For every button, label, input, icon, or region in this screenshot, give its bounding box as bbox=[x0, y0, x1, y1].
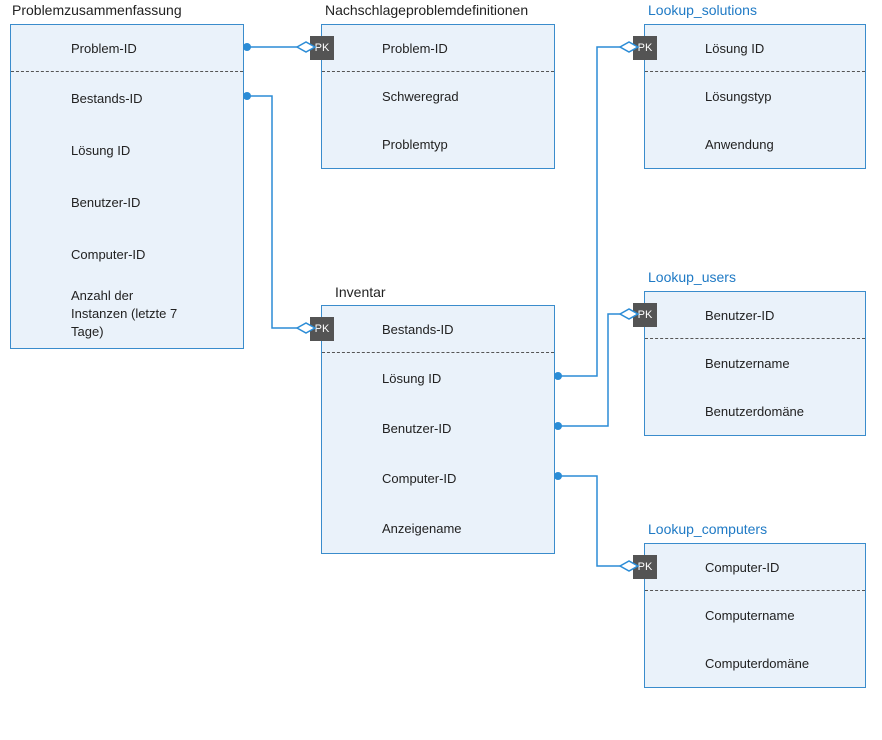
field-row: Bestands-ID bbox=[11, 72, 243, 124]
field-row: PK Bestands-ID bbox=[322, 306, 554, 352]
field-row: PK Lösung ID bbox=[645, 25, 865, 71]
field-row: Benutzer-ID bbox=[322, 403, 554, 453]
field-label: Bestands-ID bbox=[382, 322, 454, 337]
field-label: Computer-ID bbox=[382, 471, 456, 486]
field-label: Problemtyp bbox=[382, 137, 448, 152]
entity-title-lookup-computers[interactable]: Lookup_computers bbox=[648, 521, 767, 537]
field-label: Benutzer-ID bbox=[71, 195, 140, 210]
field-row: Computer-ID bbox=[322, 453, 554, 503]
field-row: Lösung ID bbox=[322, 353, 554, 403]
field-row: Anzeigename bbox=[322, 503, 554, 553]
field-label: Anzahl der Instanzen (letzte 7 Tage) bbox=[71, 287, 193, 342]
pk-badge: PK bbox=[633, 555, 657, 579]
field-row: Computer-ID bbox=[11, 228, 243, 280]
field-row: Lösung ID bbox=[11, 124, 243, 176]
field-label: Computerdomäne bbox=[705, 656, 809, 671]
field-row: Anzahl der Instanzen (letzte 7 Tage) bbox=[11, 280, 243, 348]
field-row: Computerdomäne bbox=[645, 639, 865, 687]
entity-title-problem-defs: Nachschlageproblemdefinitionen bbox=[325, 2, 528, 18]
field-row: Benutzer-ID bbox=[11, 176, 243, 228]
field-label: Schweregrad bbox=[382, 89, 459, 104]
pk-badge: PK bbox=[633, 303, 657, 327]
entity-inventar: PK Bestands-ID Lösung ID Benutzer-ID Com… bbox=[321, 305, 555, 554]
entity-title-lookup-solutions[interactable]: Lookup_solutions bbox=[648, 2, 757, 18]
pk-badge: PK bbox=[310, 36, 334, 60]
field-label: Lösung ID bbox=[705, 41, 764, 56]
entity-title-lookup-users[interactable]: Lookup_users bbox=[648, 269, 736, 285]
pk-badge: PK bbox=[310, 317, 334, 341]
field-label: Anzeigename bbox=[382, 521, 462, 536]
entity-lookup-computers: PK Computer-ID Computername Computerdomä… bbox=[644, 543, 866, 688]
field-label: Benutzerdomäne bbox=[705, 404, 804, 419]
entity-lookup-solutions: PK Lösung ID Lösungstyp Anwendung bbox=[644, 24, 866, 169]
field-row: Problemtyp bbox=[322, 120, 554, 168]
field-label: Benutzer-ID bbox=[705, 308, 774, 323]
field-label: Computer-ID bbox=[71, 247, 145, 262]
field-label: Benutzername bbox=[705, 356, 790, 371]
field-row: PK Problem-ID bbox=[322, 25, 554, 71]
field-row: Schweregrad bbox=[322, 72, 554, 120]
field-label: Lösung ID bbox=[71, 143, 130, 158]
field-row: Computername bbox=[645, 591, 865, 639]
field-row: Benutzerdomäne bbox=[645, 387, 865, 435]
field-label: Computer-ID bbox=[705, 560, 779, 575]
pk-badge: PK bbox=[633, 36, 657, 60]
field-row: Benutzername bbox=[645, 339, 865, 387]
entity-lookup-users: PK Benutzer-ID Benutzername Benutzerdomä… bbox=[644, 291, 866, 436]
field-row: Problem-ID bbox=[11, 25, 243, 71]
field-label: Problem-ID bbox=[71, 41, 137, 56]
field-label: Lösung ID bbox=[382, 371, 441, 386]
field-row: Anwendung bbox=[645, 120, 865, 168]
field-label: Problem-ID bbox=[382, 41, 448, 56]
field-label: Anwendung bbox=[705, 137, 774, 152]
field-row: PK Computer-ID bbox=[645, 544, 865, 590]
entity-title-inventar: Inventar bbox=[335, 284, 386, 300]
entity-title-problem-summary: Problemzusammenfassung bbox=[12, 2, 182, 18]
field-label: Benutzer-ID bbox=[382, 421, 451, 436]
field-label: Computername bbox=[705, 608, 795, 623]
field-label: Lösungstyp bbox=[705, 89, 772, 104]
entity-problem-defs: PK Problem-ID Schweregrad Problemtyp bbox=[321, 24, 555, 169]
field-row: PK Benutzer-ID bbox=[645, 292, 865, 338]
field-label: Bestands-ID bbox=[71, 91, 143, 106]
field-row: Lösungstyp bbox=[645, 72, 865, 120]
entity-problem-summary: Problem-ID Bestands-ID Lösung ID Benutze… bbox=[10, 24, 244, 349]
